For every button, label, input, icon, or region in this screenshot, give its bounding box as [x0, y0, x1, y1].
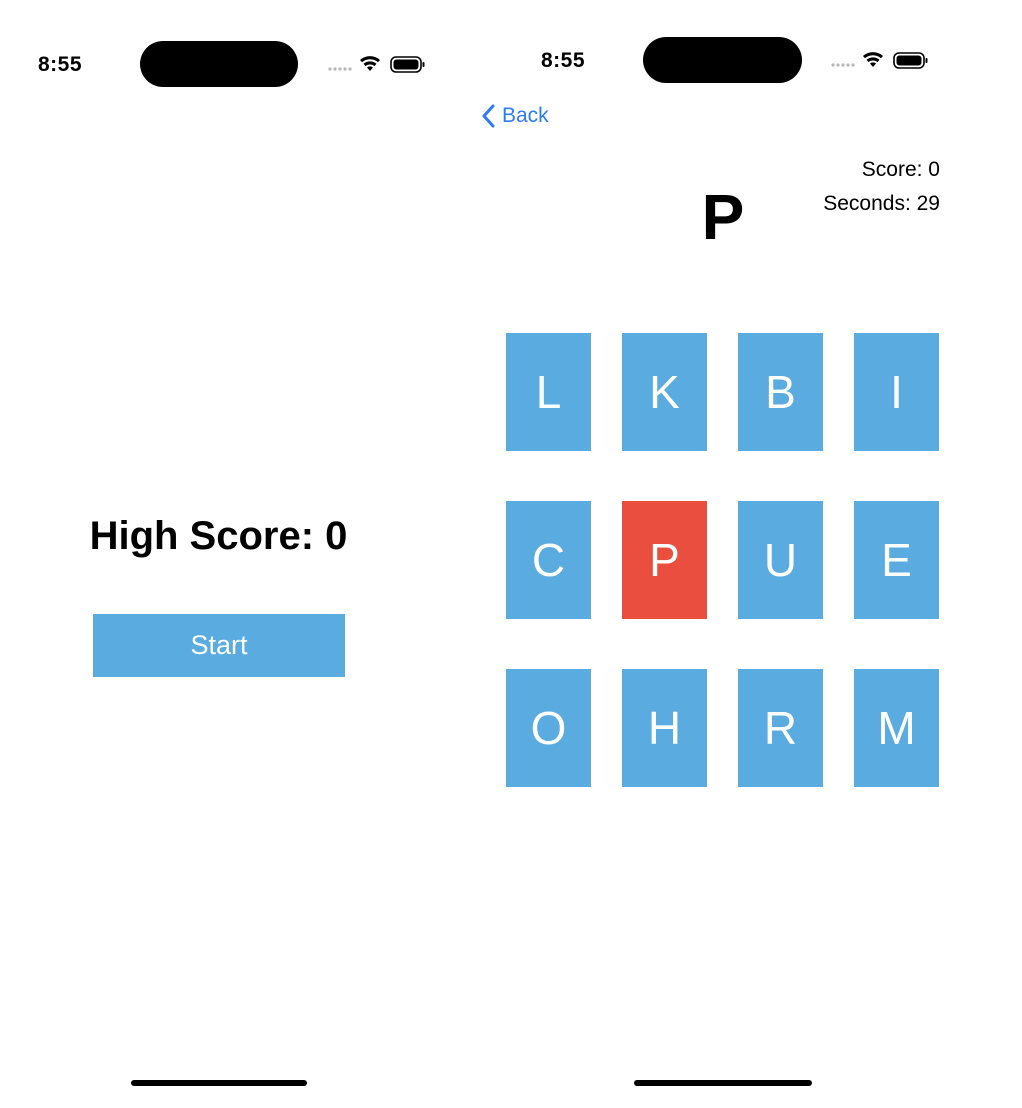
letter-tile-k[interactable]: K	[622, 333, 707, 451]
wifi-icon	[863, 52, 883, 67]
letter-tile-i[interactable]: I	[854, 333, 939, 451]
letter-tile-o[interactable]: O	[506, 669, 591, 787]
battery-icon	[893, 52, 928, 69]
letter-tile-m[interactable]: M	[854, 669, 939, 787]
target-letter: P	[701, 181, 745, 253]
home-indicator	[634, 1080, 812, 1086]
start-button[interactable]: Start	[93, 614, 345, 677]
chevron-left-icon	[482, 104, 495, 128]
seconds-text: Seconds: 29	[823, 192, 940, 215]
status-icons	[831, 51, 929, 71]
status-time: 8:55	[541, 49, 586, 72]
home-screen: 8:55 High Score: 0 Start	[0, 0, 437, 1108]
letter-tile-c[interactable]: C	[506, 501, 591, 619]
letter-tile-p[interactable]: P	[622, 501, 707, 619]
letter-tile-r[interactable]: R	[738, 669, 823, 787]
letter-tile-b[interactable]: B	[738, 333, 823, 451]
score-text: Score: 0	[861, 158, 940, 181]
back-button[interactable]: Back	[482, 104, 549, 128]
letter-tile-h[interactable]: H	[622, 669, 707, 787]
signal-dots-icon	[831, 63, 855, 67]
home-indicator	[131, 1080, 307, 1086]
high-score-label: High Score: 0	[89, 514, 348, 558]
status-time: 8:55	[38, 53, 83, 76]
game-screen: 8:55 Back Score: 0 Seconds: 29 P L K B I…	[482, 0, 1022, 1108]
score-panel: Score: 0 Seconds: 29	[823, 153, 940, 221]
letter-tile-u[interactable]: U	[738, 501, 823, 619]
letter-tile-l[interactable]: L	[506, 333, 591, 451]
status-icons	[328, 55, 426, 75]
wifi-icon	[360, 56, 380, 71]
battery-icon	[390, 56, 425, 73]
signal-dots-icon	[328, 67, 352, 71]
letter-grid: LKBI CPUE OHRM	[506, 333, 939, 787]
dynamic-island	[140, 41, 298, 87]
letter-tile-e[interactable]: E	[854, 501, 939, 619]
back-label: Back	[502, 104, 549, 127]
dynamic-island	[643, 37, 802, 83]
